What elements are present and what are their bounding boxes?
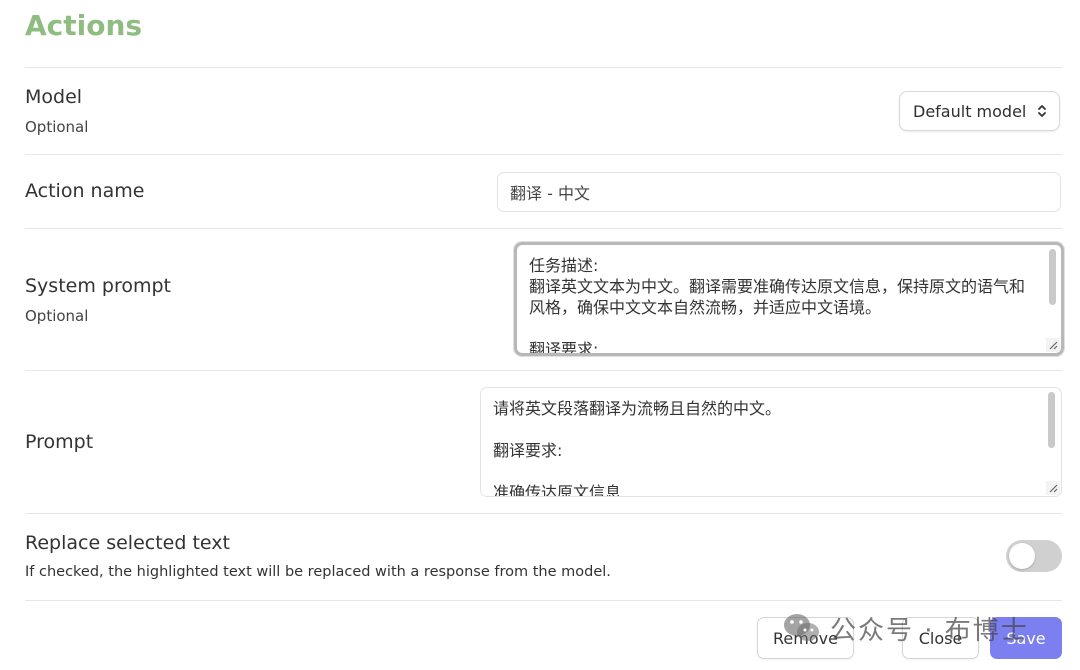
replace-text-description: If checked, the highlighted text will be… <box>25 564 611 580</box>
prompt-textarea[interactable]: 请将英文段落翻译为流畅且自然的中文。 翻译要求: 准确传达原文信息 <box>480 387 1062 497</box>
system-prompt-scrollbar[interactable] <box>1047 249 1057 349</box>
chevron-up-down-icon <box>1038 105 1046 117</box>
prompt-text: 请将英文段落翻译为流畅且自然的中文。 翻译要求: 准确传达原文信息 <box>493 399 782 497</box>
page-title: Actions <box>25 9 143 42</box>
save-button[interactable]: Save <box>990 617 1062 659</box>
resize-grip-icon[interactable] <box>1046 338 1060 352</box>
action-name-label: Action name <box>25 180 145 202</box>
divider <box>25 600 1062 601</box>
model-select[interactable]: Default model <box>899 91 1060 131</box>
model-optional-hint: Optional <box>25 118 89 136</box>
close-button[interactable]: Close <box>902 617 979 659</box>
replace-text-toggle[interactable] <box>1006 540 1062 572</box>
system-prompt-label: System prompt <box>25 275 171 297</box>
model-select-value: Default model <box>913 101 1027 121</box>
replace-text-label: Replace selected text <box>25 532 230 554</box>
system-prompt-optional-hint: Optional <box>25 307 89 325</box>
system-prompt-textarea[interactable]: 任务描述: 翻译英文文本为中文。翻译需要准确传达原文信息，保持原文的语气和风格，… <box>514 242 1064 356</box>
resize-grip-icon[interactable] <box>1046 481 1060 495</box>
divider <box>25 154 1062 155</box>
divider <box>25 228 1062 229</box>
scrollbar-thumb[interactable] <box>1048 392 1055 448</box>
scrollbar-thumb[interactable] <box>1049 249 1056 305</box>
prompt-label: Prompt <box>25 431 94 453</box>
toggle-knob <box>1009 543 1035 569</box>
system-prompt-text: 任务描述: 翻译英文文本为中文。翻译需要准确传达原文信息，保持原文的语气和风格，… <box>529 256 1026 356</box>
model-label: Model <box>25 86 83 108</box>
divider <box>25 370 1062 371</box>
remove-button[interactable]: Remove <box>757 617 854 659</box>
divider <box>25 513 1062 514</box>
action-name-input[interactable] <box>497 172 1061 212</box>
divider <box>25 67 1062 68</box>
prompt-scrollbar[interactable] <box>1046 392 1056 492</box>
